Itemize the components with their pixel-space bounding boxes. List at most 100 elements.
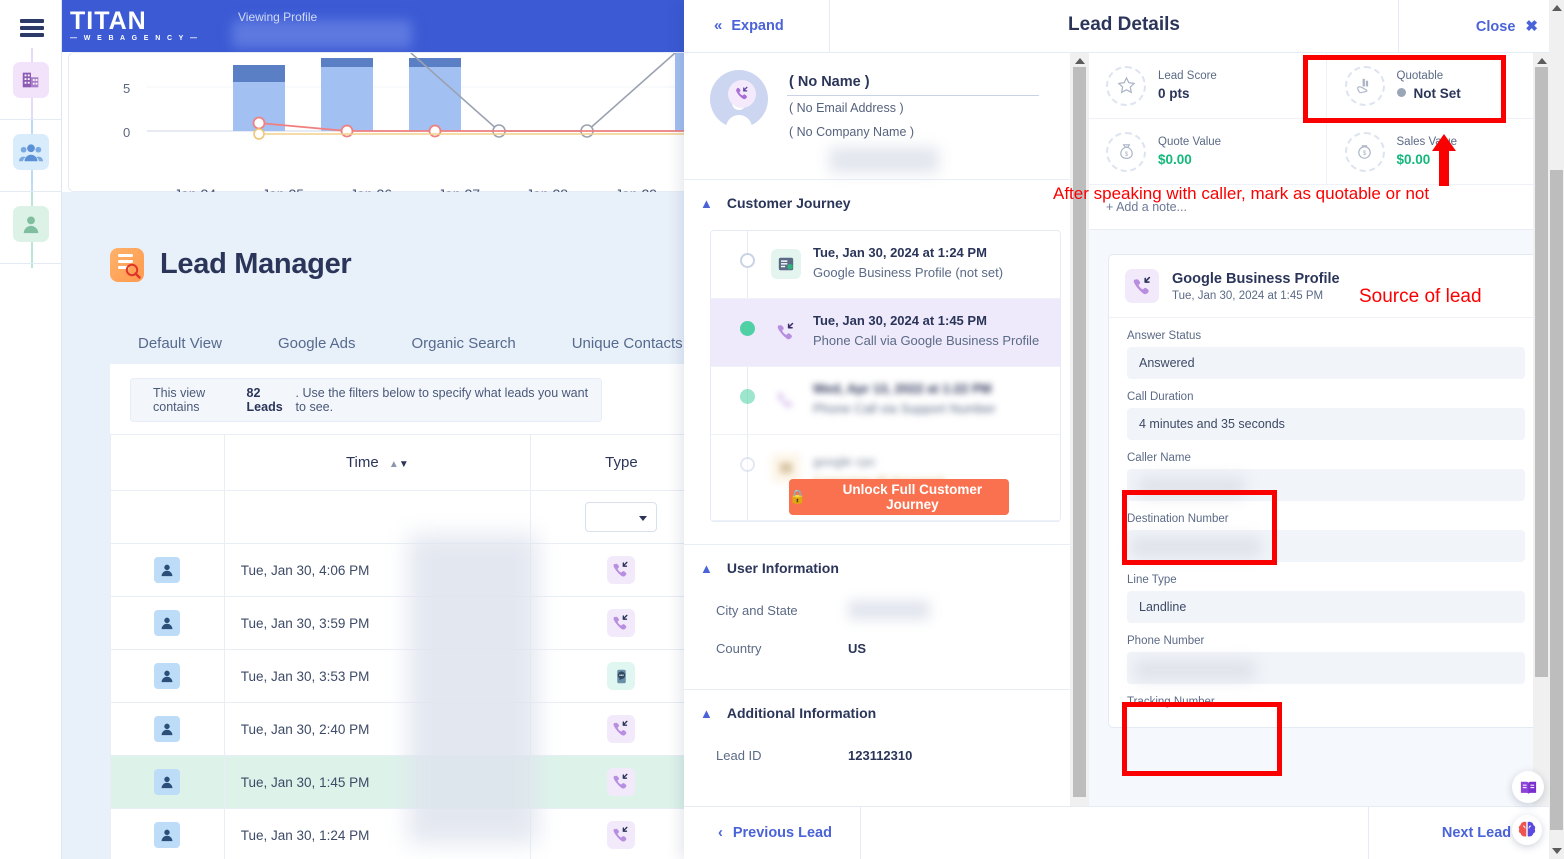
field-value: 4 minutes and 35 seconds [1127,408,1525,440]
chart-ytick-5: 5 [123,81,131,96]
details-left-scroll-thumb[interactable] [1073,67,1086,797]
sidebar-item-people[interactable] [0,120,62,192]
th-select [110,434,225,491]
row-avatar-cell [110,755,225,809]
page-scrollbar-track[interactable] [1549,0,1564,859]
field-lead-id: Lead ID 123112310 [684,736,1087,774]
lead-profile-header: ( No Name ) ( No Email Address ) ( No Co… [684,53,1087,180]
tab-organic-search[interactable]: Organic Search [384,322,544,364]
page-title: Lead Manager [160,248,352,280]
stat-value: Not Set [1413,86,1461,101]
customer-journey-header[interactable]: ▲ Customer Journey [684,180,1087,226]
field-label: City and State [716,602,798,618]
additional-information-header[interactable]: ▲ Additional Information [684,690,1087,736]
lead-details-footer: ‹Previous Lead Next Lead› [684,806,1564,859]
details-left-scrollbar-track[interactable] [1070,53,1089,806]
row-avatar-cell [110,702,225,756]
previous-lead-label: Previous Lead [732,825,832,841]
field-country: Country US [684,629,1087,667]
chevron-left-icon: ‹ [718,825,723,841]
star-icon [1106,65,1146,106]
tab-default-view[interactable]: Default View [110,322,250,364]
titan-logo[interactable]: TITAN — W E B A G E N C Y — [70,9,199,44]
hamburger-icon[interactable] [20,19,44,37]
footer-divider-left [860,807,861,859]
journey-entry[interactable]: Wed, Apr 13, 2022 at 1:22 PM Phone Call … [711,367,1060,435]
next-lead-label: Next Lead [1441,825,1512,841]
business-profile-icon [771,249,801,279]
row-avatar-cell [110,649,225,703]
stat-lead-score[interactable]: Lead Score 0 pts [1088,53,1326,119]
sort-desc-icon[interactable]: ▼ [399,459,409,470]
logo-line-2: — W E B A G E N C Y — [70,35,200,42]
user-information-header[interactable]: ▲ User Information [684,545,1087,591]
journey-date: Tue, Jan 30, 2024 at 1:24 PM [813,245,987,260]
journey-desc: Phone Call via Google Business Profile [813,333,1040,348]
ai-assistant-icon[interactable] [1512,815,1542,845]
avatar [154,822,181,848]
lead-details-left-column: ( No Name ) ( No Email Address ) ( No Co… [684,53,1088,806]
notice-suffix: . Use the filters below to specify what … [295,386,589,414]
person-icon [13,206,49,242]
scroll-up-arrow-icon[interactable] [1551,5,1562,11]
field-label: Destination Number [1127,513,1229,525]
call-icon [771,385,801,415]
sms-icon [607,662,636,690]
lead-details-title: Lead Details [1068,14,1180,35]
field-label: Phone Number [1127,635,1205,647]
field-value: 123112310 [848,747,913,763]
left-rail [0,0,62,859]
journey-entry[interactable]: Tue, Jan 30, 2024 at 1:24 PM Google Busi… [711,231,1060,299]
journey-dot-open [740,457,755,472]
redaction-blur [1139,477,1244,497]
lead-details-right-column: Lead Score 0 pts Quotable Not Set $ Quot… [1088,53,1564,806]
row-avatar-cell [110,596,225,650]
call-icon [1125,269,1159,303]
details-right-scrollbar-track[interactable] [1533,53,1550,806]
field-label: Country [716,640,762,656]
lead-company: ( No Company Name ) [789,125,915,139]
chevron-up-icon: ▲ [700,705,713,721]
lead-source-card: Google Business Profile Tue, Jan 30, 202… [1108,254,1544,728]
avatar [154,557,181,583]
stat-quotable[interactable]: Quotable Not Set [1325,53,1564,119]
th-time[interactable]: Time ▲▼ [223,434,531,491]
sidebar-item-person[interactable] [0,192,62,264]
stat-text: Quotable Not Set [1396,70,1461,101]
annotation-text-quotable: After speaking with caller, mark as quot… [1053,184,1430,203]
quote-hand-icon [1344,65,1385,106]
tab-google-ads[interactable]: Google Ads [250,322,384,364]
page-scroll-thumb[interactable] [1550,170,1563,830]
journey-entry-text: Tue, Jan 30, 2024 at 1:24 PM Google Busi… [813,245,1003,280]
avatar [710,70,768,128]
filter-cell-select [110,490,225,544]
sort-asc-icon[interactable]: ▲ [389,459,399,470]
journey-entry[interactable]: Tue, Jan 30, 2024 at 1:45 PM Phone Call … [711,299,1060,367]
chevron-up-icon: ▲ [700,560,713,576]
scroll-up-arrow-icon[interactable] [1536,58,1547,64]
logo-line-1: TITAN [70,7,147,35]
close-label: Close [1475,19,1516,35]
type-filter-dropdown[interactable] [585,502,658,532]
stats-row-top: Lead Score 0 pts Quotable Not Set [1088,53,1564,119]
field-value-redacted [848,600,930,620]
sidebar-item-company[interactable] [0,48,62,120]
lead-details-header: «Expand Lead Details Close ✖ [684,0,1564,53]
svg-text:$: $ [1363,150,1367,157]
journey-source: google cpc [813,454,876,469]
previous-lead-button[interactable]: ‹ Previous Lead [718,825,832,841]
viewing-profile-value-redacted [232,20,412,48]
stat-quote-value[interactable]: $ Quote Value $0.00 [1088,119,1326,185]
details-right-scroll-thumb[interactable] [1535,67,1548,677]
scroll-up-arrow-icon[interactable] [1074,58,1085,64]
leads-count-notice: This view contains 82 Leads . Use the fil… [130,378,602,422]
knowledge-base-icon[interactable] [1512,771,1544,803]
journey-entry-text: Tue, Jan 30, 2024 at 1:45 PM Phone Call … [813,313,1039,348]
source-title: Google Business Profile [1172,270,1340,287]
unlock-full-customer-journey-button[interactable]: 🔒 Unlock Full Customer Journey [789,479,1009,515]
lock-icon: 🔒 [789,489,806,504]
row-avatar-cell [110,543,225,597]
scroll-down-arrow-icon[interactable] [1551,848,1562,854]
close-button[interactable]: Close ✖ [1476,17,1538,35]
lead-name-underline [787,95,1039,96]
